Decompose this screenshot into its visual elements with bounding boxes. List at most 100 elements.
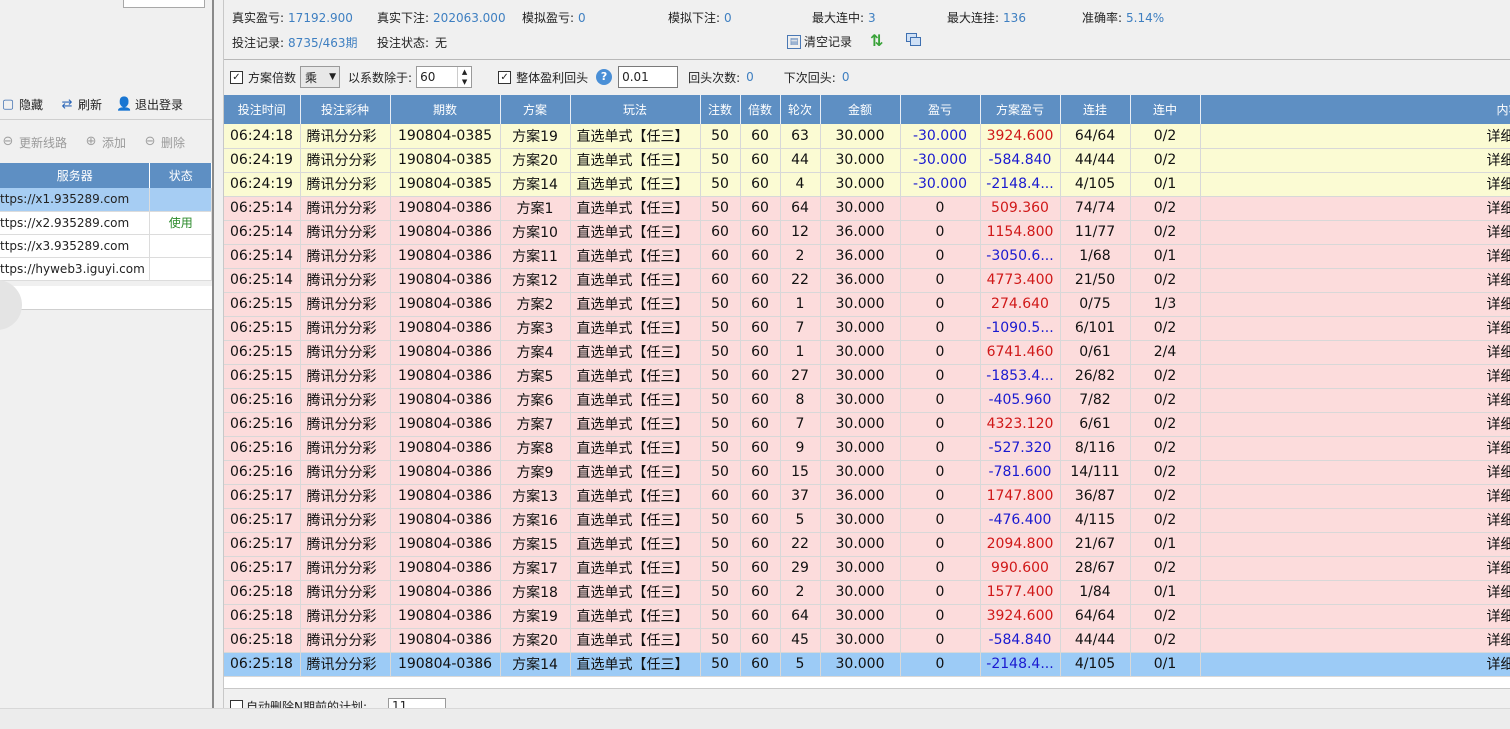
cell-details-link[interactable]: 详细请点击 <box>1200 484 1510 509</box>
operation-select[interactable]: 乘 ▼ <box>300 66 341 88</box>
update-lines-button[interactable]: ⊖ 更新线路 <box>0 129 67 155</box>
table-row[interactable]: 06:25:17 腾讯分分彩 190804-0386 方案16 直选单式【任三】 50 60… <box>224 508 1510 533</box>
cell-details-link[interactable]: 详细请点击 <box>1200 340 1510 365</box>
table-row[interactable]: 06:25:16 腾讯分分彩 190804-0386 方案8 直选单式【任三】 50 60 9… <box>224 436 1510 461</box>
cell-amount: 36.000 <box>820 268 901 293</box>
overall-return-input[interactable]: 0.01 <box>618 66 679 88</box>
cell-details-link[interactable]: 详细请点击 <box>1200 220 1510 245</box>
cell-details-link[interactable]: 详细请点击 <box>1200 244 1510 269</box>
cell-details-link[interactable]: 详细请点击 <box>1200 460 1510 485</box>
cell-plan-profit: 6741.460 <box>980 340 1061 365</box>
auto-delete-checkbox[interactable] <box>230 700 243 708</box>
cell-details-link[interactable]: 详细请点击 <box>1200 436 1510 461</box>
cell-details-link[interactable]: 详细请点击 <box>1200 508 1510 533</box>
table-row[interactable]: 06:25:15 腾讯分分彩 190804-0386 方案3 直选单式【任三】 50 60 7… <box>224 316 1510 341</box>
spinner-arrows-icon[interactable]: ▲ ▼ <box>457 67 471 87</box>
header-lottery[interactable]: 投注彩种 <box>300 95 391 124</box>
delete-button[interactable]: ⊖ 删除 <box>142 129 185 155</box>
table-row[interactable]: 06:25:14 腾讯分分彩 190804-0386 方案1 直选单式【任三】 50 60 6… <box>224 196 1510 221</box>
table-row[interactable]: 06:25:16 腾讯分分彩 190804-0386 方案7 直选单式【任三】 50 60 7… <box>224 412 1510 437</box>
overall-return-checkbox[interactable]: ✓ <box>498 70 512 84</box>
cell-plan-profit: -1853.4... <box>980 364 1061 389</box>
cell-details-link[interactable]: 详细请点击 <box>1200 364 1510 389</box>
table-row[interactable]: 06:25:18 腾讯分分彩 190804-0386 方案19 直选单式【任三】 50 60… <box>224 604 1510 629</box>
cell-play: 直选单式【任三】 <box>570 532 701 557</box>
cell-details-link[interactable]: 详细请点击 <box>1200 148 1510 173</box>
panel-splitter[interactable] <box>212 0 224 708</box>
cell-details-link[interactable]: 详细请点击 <box>1200 580 1510 605</box>
table-row[interactable]: 06:25:15 腾讯分分彩 190804-0386 方案2 直选单式【任三】 50 60 1… <box>224 292 1510 317</box>
cell-details-link[interactable]: 详细请点击 <box>1200 604 1510 629</box>
table-row[interactable]: 06:25:18 腾讯分分彩 190804-0386 方案18 直选单式【任三】 50 60… <box>224 580 1510 605</box>
table-row[interactable]: 06:25:15 腾讯分分彩 190804-0386 方案5 直选单式【任三】 50 60 2… <box>224 364 1510 389</box>
table-row[interactable]: 06:25:17 腾讯分分彩 190804-0386 方案17 直选单式【任三】 50 60… <box>224 556 1510 581</box>
table-row[interactable]: 06:25:17 腾讯分分彩 190804-0386 方案13 直选单式【任三】 60 60… <box>224 484 1510 509</box>
cell-details-link[interactable]: 详细请点击 <box>1200 556 1510 581</box>
refresh-button[interactable]: ⇄ 刷新 <box>59 92 102 118</box>
cell-details-link[interactable]: 详细请点击 <box>1200 196 1510 221</box>
table-row[interactable]: 06:25:18 腾讯分分彩 190804-0386 方案20 直选单式【任三】 50 60… <box>224 628 1510 653</box>
header-win-streak[interactable]: 连中 <box>1130 95 1201 124</box>
cell-details-link[interactable]: 详细请点击 <box>1200 124 1510 149</box>
server-row[interactable]: ttps://x1.935289.com <box>0 188 212 212</box>
window-icon[interactable] <box>906 33 922 47</box>
header-period[interactable]: 期数 <box>390 95 501 124</box>
header-plan[interactable]: 方案 <box>500 95 571 124</box>
table-row[interactable]: 06:25:18 腾讯分分彩 190804-0386 方案14 直选单式【任三】 50 60… <box>224 652 1510 677</box>
table-row[interactable]: 06:25:16 腾讯分分彩 190804-0386 方案9 直选单式【任三】 50 60 1… <box>224 460 1510 485</box>
cell-win-streak: 0/2 <box>1130 508 1201 533</box>
table-row[interactable]: 06:25:16 腾讯分分彩 190804-0386 方案6 直选单式【任三】 50 60 8… <box>224 388 1510 413</box>
header-profit[interactable]: 盈亏 <box>900 95 981 124</box>
cell-details-link[interactable]: 详细请点击 <box>1200 652 1510 677</box>
header-content[interactable]: 内容 <box>1200 95 1510 124</box>
cell-details-link[interactable]: 详细请点击 <box>1200 268 1510 293</box>
header-multiple[interactable]: 倍数 <box>740 95 781 124</box>
top-input-field[interactable] <box>123 0 205 8</box>
cell-round: 64 <box>780 196 821 221</box>
table-row[interactable]: 06:24:19 腾讯分分彩 190804-0385 方案14 直选单式【任三】 50 60… <box>224 172 1510 197</box>
cell-count: 50 <box>700 124 741 149</box>
cell-multiple: 60 <box>740 292 781 317</box>
table-row[interactable]: 06:25:14 腾讯分分彩 190804-0386 方案12 直选单式【任三】 60 60… <box>224 268 1510 293</box>
sort-arrows-icon[interactable]: ⇅ <box>870 31 888 51</box>
header-amount[interactable]: 金额 <box>820 95 901 124</box>
header-round[interactable]: 轮次 <box>780 95 821 124</box>
stat-value: 202063.000 <box>433 11 506 25</box>
cell-win-streak: 2/4 <box>1130 340 1201 365</box>
cell-details-link[interactable]: 详细请点击 <box>1200 292 1510 317</box>
clear-records-button[interactable]: ▤ 清空记录 <box>787 33 852 50</box>
cell-details-link[interactable]: 详细请点击 <box>1200 532 1510 557</box>
server-row[interactable]: ttps://x3.935289.com <box>0 234 212 258</box>
auto-delete-stepper[interactable]: 11 <box>388 698 446 708</box>
table-row[interactable]: 06:25:15 腾讯分分彩 190804-0386 方案4 直选单式【任三】 50 60 1… <box>224 340 1510 365</box>
header-count[interactable]: 注数 <box>700 95 741 124</box>
cell-multiple: 60 <box>740 484 781 509</box>
cell-details-link[interactable]: 详细请点击 <box>1200 172 1510 197</box>
header-play[interactable]: 玩法 <box>570 95 701 124</box>
cell-details-link[interactable]: 详细请点击 <box>1200 412 1510 437</box>
cell-time: 06:25:15 <box>224 316 301 341</box>
multiplier-checkbox[interactable]: ✓ <box>230 70 243 84</box>
table-row[interactable]: 06:25:14 腾讯分分彩 190804-0386 方案11 直选单式【任三】 60 60… <box>224 244 1510 269</box>
table-row[interactable]: 06:25:14 腾讯分分彩 190804-0386 方案10 直选单式【任三】 60 60… <box>224 220 1510 245</box>
header-bet-time[interactable]: 投注时间 <box>224 95 301 124</box>
header-lose-streak[interactable]: 连挂 <box>1060 95 1131 124</box>
refresh-label: 刷新 <box>78 98 103 112</box>
add-button[interactable]: ⊕ 添加 <box>83 129 126 155</box>
table-row[interactable]: 06:25:17 腾讯分分彩 190804-0386 方案15 直选单式【任三】 50 60… <box>224 532 1510 557</box>
status-header[interactable]: 状态 <box>149 163 212 188</box>
hide-button[interactable]: ▢ 隐藏 <box>0 92 43 118</box>
table-row[interactable]: 06:24:18 腾讯分分彩 190804-0385 方案19 直选单式【任三】 50 60… <box>224 124 1510 149</box>
table-row[interactable]: 06:24:19 腾讯分分彩 190804-0385 方案20 直选单式【任三】 50 60… <box>224 148 1510 173</box>
cell-details-link[interactable]: 详细请点击 <box>1200 316 1510 341</box>
help-icon[interactable]: ? <box>596 69 613 85</box>
logout-button[interactable]: 👤 退出登录 <box>116 92 183 118</box>
server-header[interactable]: 服务器 <box>0 163 151 188</box>
cell-details-link[interactable]: 详细请点击 <box>1200 628 1510 653</box>
server-row[interactable]: ttps://x2.935289.com 使用 <box>0 211 212 235</box>
cell-details-link[interactable]: 详细请点击 <box>1200 388 1510 413</box>
cell-plan: 方案18 <box>500 580 571 605</box>
server-row[interactable]: ttps://hyweb3.iguyi.com <box>0 257 212 281</box>
divide-stepper[interactable]: 60 ▲ ▼ <box>416 66 473 88</box>
header-plan-profit[interactable]: 方案盈亏 <box>980 95 1061 124</box>
